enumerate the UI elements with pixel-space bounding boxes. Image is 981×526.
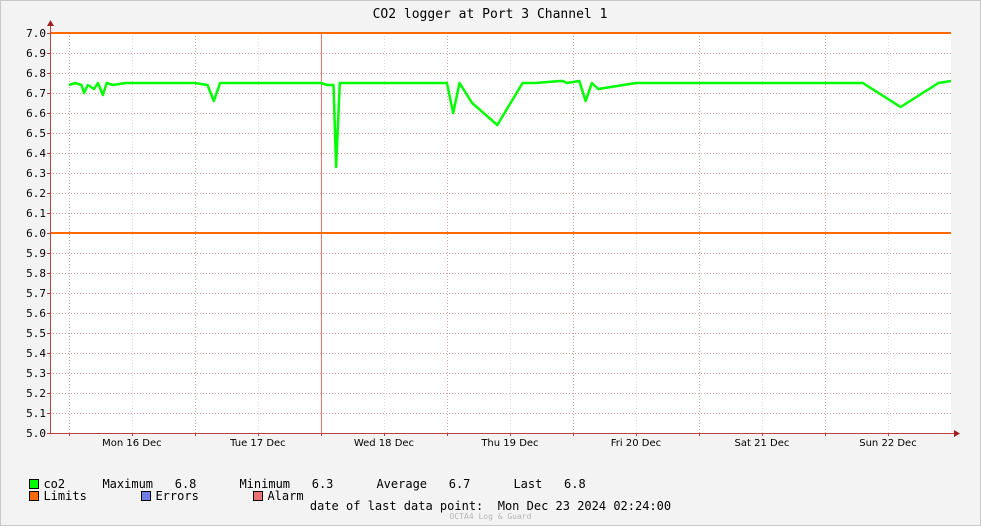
y-tick-label: 5.8	[26, 267, 46, 280]
x-axis-arrow	[954, 430, 960, 437]
y-tick-label: 5.2	[26, 387, 46, 400]
y-tick-label: 7.0	[26, 27, 46, 40]
y-tick-label: 6.7	[26, 87, 46, 100]
last-point-value: Mon Dec 23 2024 02:24:00	[497, 499, 672, 513]
x-tick-label: Mon 16 Dec	[102, 438, 162, 449]
average-stat: Average 6.7	[362, 463, 470, 491]
x-tick-label: Sun 22 Dec	[859, 438, 916, 449]
y-tick-label: 6.2	[26, 187, 46, 200]
x-tick-label: Thu 19 Dec	[480, 438, 538, 449]
y-tick-label: 5.4	[26, 347, 46, 360]
average-value: 6.7	[448, 477, 471, 491]
y-tick-label: 6.6	[26, 107, 46, 120]
y-tick-label: 6.0	[26, 227, 46, 240]
y-tick-label: 6.3	[26, 167, 46, 180]
minimum-value: 6.3	[311, 477, 334, 491]
y-tick-label: 5.3	[26, 367, 46, 380]
x-tick-label: Sat 21 Dec	[735, 438, 790, 449]
average-label: Average	[376, 477, 428, 491]
chart-title: CO2 logger at Port 3 Channel 1	[373, 7, 608, 22]
co2-chart: 7.0 6.9 6.8 6.7 6.6 6.5 6.4 6.3 6.2 6.1 6.0 5.9 5.8 5…	[26, 7, 960, 449]
last-point-label: date of last data point:	[309, 499, 484, 513]
y-axis-arrow	[47, 20, 54, 26]
y-tick-label: 5.0	[26, 427, 46, 440]
y-tick-label: 5.5	[26, 327, 46, 340]
last-stat: Last 6.8	[499, 463, 586, 491]
x-tick-label: Fri 20 Dec	[611, 438, 661, 449]
y-tick-label: 6.4	[26, 147, 46, 160]
y-tick-label: 5.6	[26, 307, 46, 320]
x-tick-label: Wed 18 Dec	[354, 438, 414, 449]
y-tick-label: 5.7	[26, 287, 46, 300]
last-label: Last	[513, 477, 543, 491]
y-tick-label: 6.1	[26, 207, 46, 220]
y-tick-label: 5.1	[26, 407, 46, 420]
credit-text: OCTA4 Log & Guard	[449, 512, 532, 521]
last-value: 6.8	[564, 477, 586, 491]
y-tick-label: 6.9	[26, 47, 46, 60]
last-data-point: date of last data point: Mon Dec 23 2024…	[0, 499, 981, 513]
y-tick-label: 5.9	[26, 247, 46, 260]
y-tick-label: 6.8	[26, 67, 46, 80]
x-tick-label: Tue 17 Dec	[229, 438, 286, 449]
y-tick-label: 6.5	[26, 127, 46, 140]
